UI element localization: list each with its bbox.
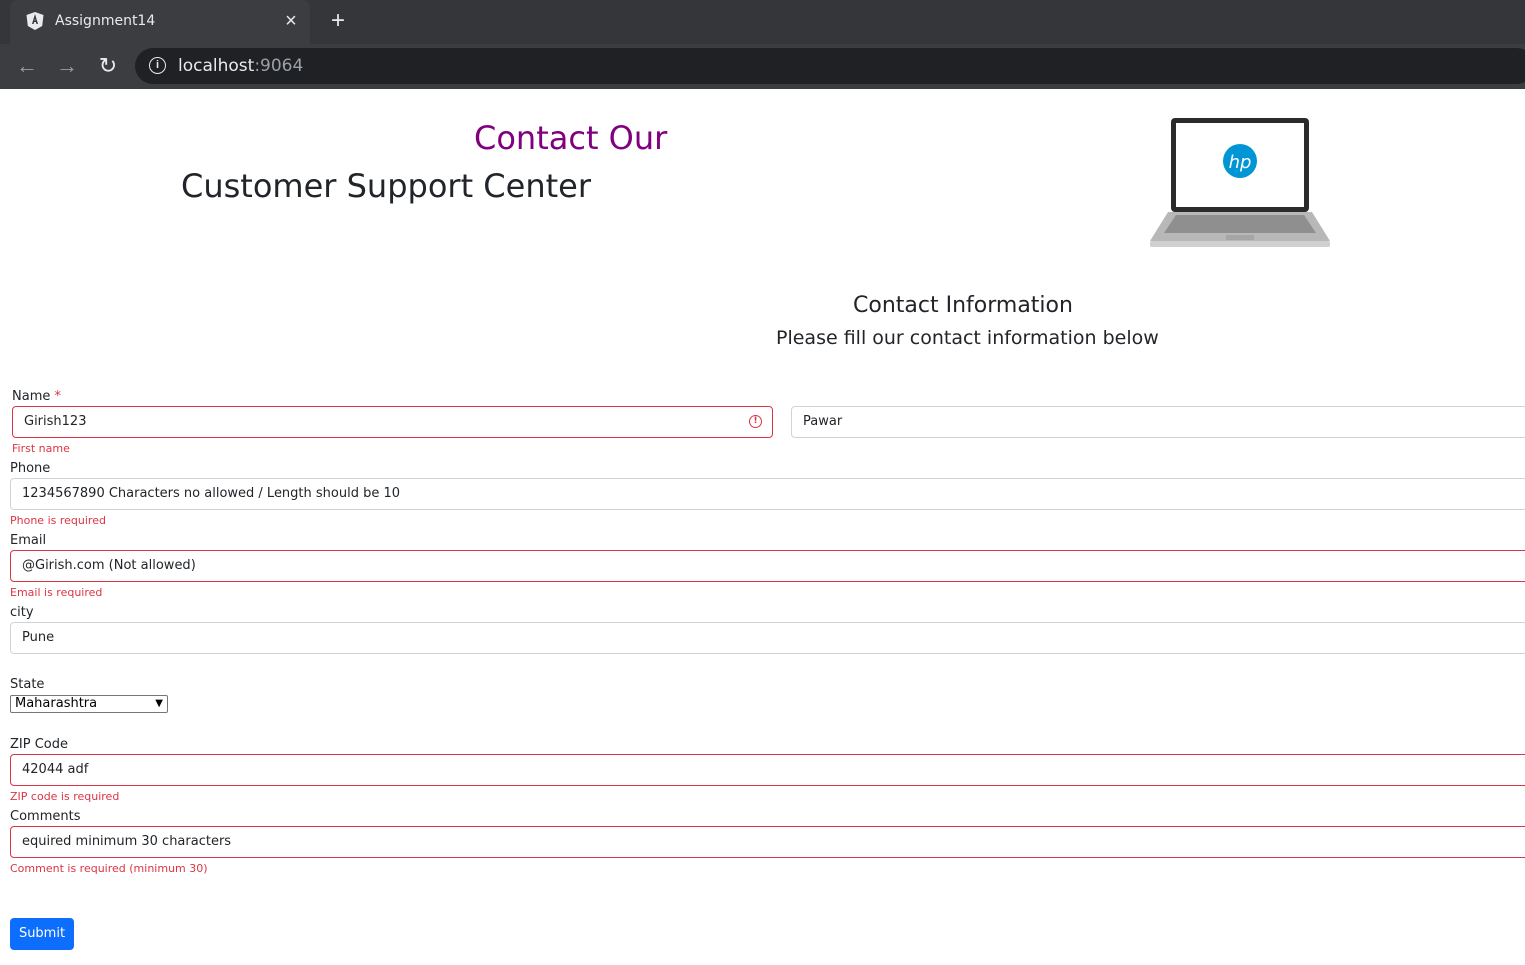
city-field[interactable]: Pune bbox=[10, 622, 1525, 654]
zip-label: ZIP Code bbox=[10, 737, 68, 752]
submit-button[interactable]: Submit bbox=[10, 918, 74, 950]
city-label: city bbox=[10, 605, 34, 620]
page-content: Contact Our Customer Support Center hp C… bbox=[0, 89, 1525, 965]
comments-field[interactable]: equired minimum 30 characters bbox=[10, 826, 1525, 858]
zip-error: ZIP code is required bbox=[10, 790, 120, 803]
back-arrow-icon[interactable]: ← bbox=[14, 53, 40, 79]
zip-field[interactable]: 42044 adf bbox=[10, 754, 1525, 786]
laptop-image: hp bbox=[1150, 118, 1330, 247]
site-info-icon[interactable]: i bbox=[149, 57, 166, 74]
comments-error: Comment is required (minimum 30) bbox=[10, 862, 208, 875]
phone-field[interactable]: 1234567890 Characters no allowed / Lengt… bbox=[10, 478, 1525, 510]
phone-error: Phone is required bbox=[10, 514, 106, 527]
first-name-field[interactable]: Girish123 ! bbox=[12, 406, 773, 438]
angular-icon bbox=[26, 12, 44, 30]
reload-icon[interactable]: ↻ bbox=[95, 53, 121, 79]
hp-logo: hp bbox=[1229, 152, 1252, 173]
first-name-error: First name bbox=[12, 442, 70, 455]
email-field[interactable]: @Girish.com (Not allowed) bbox=[10, 550, 1525, 582]
email-error: Email is required bbox=[10, 586, 103, 599]
browser-toolbar: ← → ↻ i localhost:9064 bbox=[0, 44, 1525, 89]
comments-label: Comments bbox=[10, 809, 81, 824]
phone-label: Phone bbox=[10, 461, 51, 476]
heading-contact-our: Contact Our bbox=[474, 119, 668, 157]
forward-arrow-icon[interactable]: → bbox=[54, 53, 80, 79]
chevron-down-icon: ▼ bbox=[155, 698, 163, 709]
new-tab-icon[interactable]: + bbox=[326, 9, 350, 33]
browser-tab[interactable]: Assignment14 × bbox=[10, 0, 310, 44]
error-icon: ! bbox=[749, 415, 762, 428]
browser-tab-bar: Assignment14 × + bbox=[0, 0, 1525, 44]
section-subtitle: Please fill our contact information belo… bbox=[776, 327, 1159, 349]
heading-customer-support: Customer Support Center bbox=[181, 167, 591, 205]
email-label: Email bbox=[10, 533, 47, 548]
state-label: State bbox=[10, 677, 45, 692]
url-text: localhost:9064 bbox=[178, 56, 304, 76]
section-title: Contact Information bbox=[853, 293, 1073, 318]
tab-title: Assignment14 bbox=[55, 13, 156, 29]
state-select[interactable]: Maharashtra ▼ bbox=[10, 695, 168, 713]
address-bar[interactable]: i localhost:9064 bbox=[135, 48, 1525, 84]
close-tab-icon[interactable]: × bbox=[280, 10, 302, 32]
name-label: Name * bbox=[12, 389, 61, 404]
last-name-field[interactable]: Pawar bbox=[791, 406, 1525, 438]
